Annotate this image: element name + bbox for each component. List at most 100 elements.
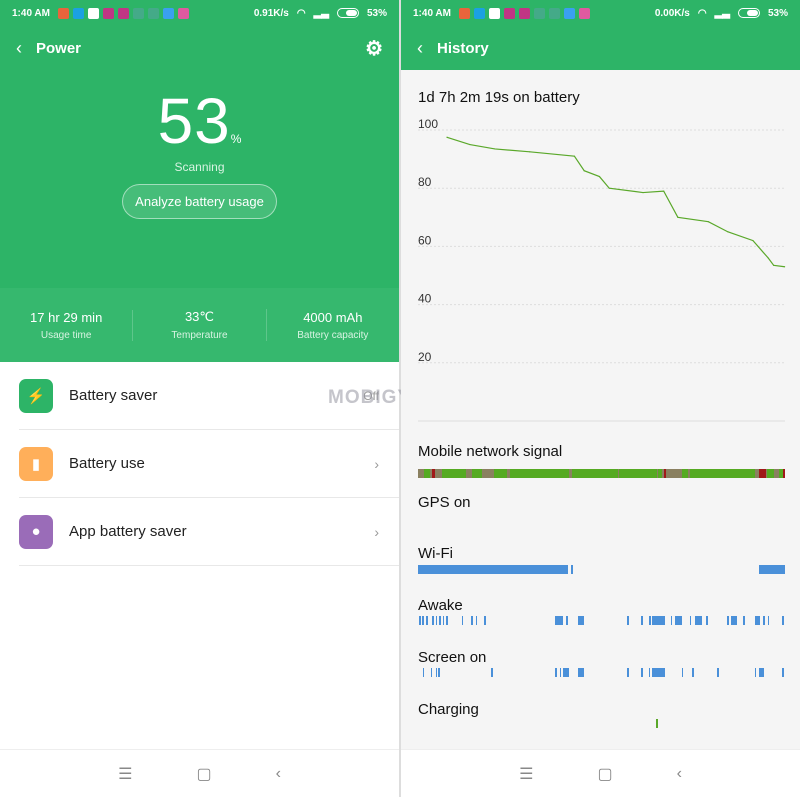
screen-label: Screen on	[418, 649, 487, 666]
signal-bad-segment	[432, 469, 435, 478]
awake-segment	[674, 616, 682, 625]
back-icon[interactable]: ‹	[16, 38, 22, 59]
screen-segment	[717, 668, 719, 677]
notification-icons	[458, 7, 590, 19]
bar-chart-icon: ▮	[19, 446, 53, 481]
gps-label: GPS on	[418, 494, 471, 511]
screen-segment	[641, 668, 643, 677]
signal-bad-segment	[663, 469, 667, 478]
signal-poor-segment	[481, 469, 494, 478]
app-battery-saver-item[interactable]: ● App battery saver ›	[19, 498, 399, 566]
network-label: Mobile network signal	[418, 443, 563, 460]
awake-segment	[627, 616, 629, 625]
chevron-right-icon: ›	[374, 455, 379, 472]
menu-icon[interactable]: ☰	[118, 764, 132, 784]
awake-segment	[782, 616, 784, 625]
screen-segment	[491, 668, 493, 677]
awake-segment	[767, 616, 770, 625]
y-tick-label: 20	[418, 350, 432, 364]
stat-usage-time: 17 hr 29 min Usage time	[0, 309, 134, 341]
item-label: Battery use	[69, 455, 145, 472]
battery-level-point	[707, 221, 709, 223]
gear-icon[interactable]: ⚙	[365, 36, 383, 61]
analyze-battery-button[interactable]: Analyze battery usage	[122, 184, 277, 219]
awake-segment	[475, 616, 478, 625]
signal-poor-segment	[466, 469, 473, 478]
awake-label: Awake	[418, 597, 463, 614]
screen-segment	[431, 668, 433, 677]
battery-percent-value: 53	[157, 85, 231, 157]
history-screen: 1:40 AM 0.00K/s ◠ ▂▃ 53% ‹ History 1d 7h …	[401, 0, 800, 797]
signal-poor-segment	[506, 469, 511, 478]
battery-level-line	[446, 136, 785, 268]
awake-segment	[565, 616, 569, 625]
page-title: History	[437, 39, 489, 57]
battery-duration: 1d 7h 2m 19s on battery	[418, 89, 580, 106]
battery-level-point	[773, 264, 775, 266]
screen-segment	[652, 668, 666, 677]
stat-value: 33℃	[184, 309, 215, 324]
battery-level-point	[783, 266, 786, 268]
status-battery: 53%	[767, 7, 788, 19]
awake-segment	[743, 616, 745, 625]
awake-segment	[426, 616, 428, 625]
battery-level-point	[752, 239, 754, 242]
network-speed: 0.91K/s	[253, 7, 289, 19]
screen-segment	[758, 668, 765, 677]
battery-level-point	[767, 257, 769, 259]
awake-segment	[555, 616, 564, 625]
signal-poor-segment	[656, 469, 659, 478]
back-icon[interactable]: ‹	[417, 38, 423, 59]
page-title: Power	[36, 39, 82, 57]
battery-level-point	[598, 175, 601, 178]
home-icon[interactable]: ▢	[597, 764, 612, 784]
back-nav-icon[interactable]: ‹	[677, 765, 682, 783]
awake-segment	[471, 616, 473, 625]
awake-segment	[442, 616, 445, 625]
wifi-segment	[758, 565, 785, 574]
screen-segment	[648, 668, 650, 677]
status-time: 1:40 AM	[12, 7, 50, 19]
item-label: Battery saver	[69, 387, 158, 404]
network-speed: 0.00K/s	[654, 7, 690, 19]
battery-level-point	[608, 187, 610, 189]
battery-percent: 53%	[0, 84, 399, 158]
battery-level-point	[583, 170, 585, 172]
status-bar: 1:40 AM 0.00K/s ◠ ▂▃ 53%	[401, 0, 800, 26]
awake-segment	[648, 616, 651, 625]
screen-segment	[782, 668, 784, 677]
stat-capacity: 4000 mAh Battery capacity	[267, 310, 399, 341]
nav-bar: ☰ ▢ ‹	[401, 749, 800, 797]
awake-segment	[689, 616, 692, 625]
battery-stats: 17 hr 29 min Usage time 33℃ Temperature 40…	[0, 288, 399, 362]
item-label: App battery saver	[69, 523, 187, 540]
battery-use-item[interactable]: ▮ Battery use ›	[19, 430, 399, 498]
awake-segment	[419, 616, 421, 625]
status-time: 1:40 AM	[413, 7, 451, 19]
signal-poor-segment	[687, 469, 690, 478]
battery-level-point	[529, 151, 531, 153]
awake-segment	[439, 616, 441, 625]
battery-icon	[737, 8, 760, 18]
home-icon[interactable]: ▢	[196, 764, 211, 784]
battery-level-chart: 100 80 60 40 20	[418, 117, 786, 422]
awake-segment	[671, 616, 673, 625]
awake-segment	[754, 616, 760, 625]
back-nav-icon[interactable]: ‹	[276, 765, 281, 783]
awake-segment	[422, 616, 424, 625]
wifi-label: Wi-Fi	[418, 545, 453, 562]
awake-segment	[706, 616, 708, 625]
y-tick-label: 40	[418, 292, 432, 306]
y-tick-label: 100	[418, 117, 438, 131]
y-tick-label: 80	[418, 175, 432, 189]
signal-bad-segment	[783, 469, 785, 478]
menu-icon[interactable]: ☰	[519, 764, 533, 784]
signal-icon: ▂▃	[714, 7, 730, 19]
signal-poor-segment	[773, 469, 779, 478]
status-battery: 53%	[366, 7, 387, 19]
awake-segment	[435, 616, 438, 625]
awake-segment	[652, 616, 666, 625]
wifi-icon: ◠	[697, 7, 707, 19]
screen-segment	[563, 668, 570, 677]
network-signal-track	[418, 469, 785, 478]
